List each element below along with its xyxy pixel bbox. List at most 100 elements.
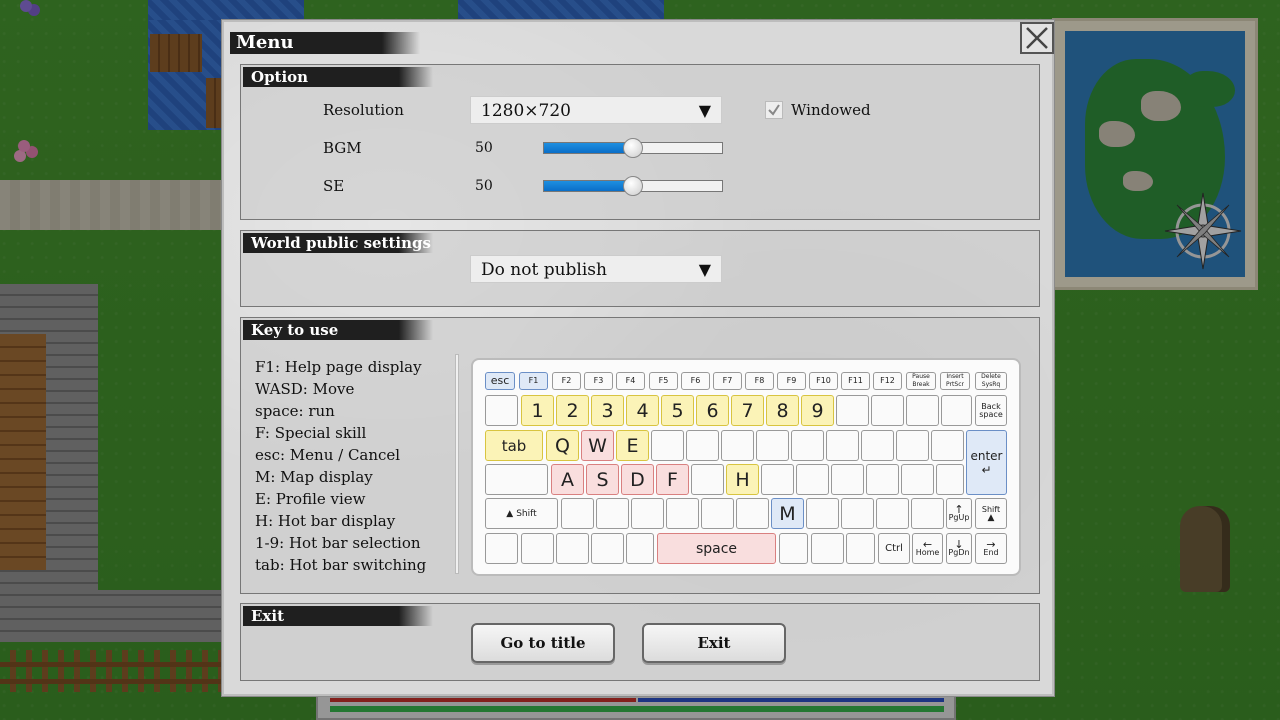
key-help-item: esc: Menu / Cancel (255, 446, 401, 464)
key-f11: F11 (841, 372, 870, 390)
bgm-slider-fill (544, 143, 633, 153)
pgup-label: PgUp (948, 512, 970, 522)
key-7: 7 (731, 395, 764, 426)
key-help-item: 1-9: Hot bar selection (255, 534, 421, 552)
key-alt-right (846, 533, 875, 564)
key-l (831, 464, 864, 495)
bgm-label: BGM (323, 139, 362, 157)
key-delete: Delete SysRq (975, 372, 1007, 390)
se-slider[interactable] (543, 176, 723, 196)
key-f5: F5 (649, 372, 678, 390)
key-help-item: F1: Help page display (255, 358, 422, 376)
key-o (826, 430, 859, 461)
key-shift-left: ▲ Shift (485, 498, 558, 529)
key-3: 3 (591, 395, 624, 426)
world-settings-title: World public settings (243, 233, 433, 253)
key-n (736, 498, 769, 529)
key-c (631, 498, 664, 529)
se-slider-knob[interactable] (623, 176, 643, 196)
checkmark-icon (768, 104, 780, 116)
key-shift-right: Shift ▲ (975, 498, 1007, 529)
close-button[interactable] (1020, 22, 1054, 54)
key-win (556, 533, 589, 564)
key-backquote (485, 395, 518, 426)
key-f7: F7 (713, 372, 742, 390)
key-pause: Pause Break (906, 372, 936, 390)
key-bracket-right (936, 464, 964, 495)
key-ctrl-right: Ctrl (878, 533, 910, 564)
key-yen (941, 395, 972, 426)
key-f10: F10 (809, 372, 838, 390)
key-j (761, 464, 794, 495)
key-k (796, 464, 829, 495)
key-4: 4 (626, 395, 659, 426)
key-tab: tab (485, 430, 543, 461)
key-pgdn: ↓ PgDn (946, 533, 972, 564)
shift-arrow-icon: ▲ (987, 512, 995, 523)
key-enter: enter ↵ (966, 430, 1007, 495)
key-insert: Insert PrtScr (940, 372, 970, 390)
se-slider-fill (544, 181, 633, 191)
world-settings-panel: World public settings Do not publish ▼ (240, 230, 1040, 307)
key-q: Q (546, 430, 579, 461)
key-ctrl-left (485, 533, 518, 564)
menu-window: Menu Option Resolution 1280×720 ▼ Window… (222, 20, 1054, 696)
key-t (686, 430, 719, 461)
publish-value: Do not publish (481, 260, 607, 280)
bgm-value: 50 (475, 140, 493, 156)
key-help-item: E: Profile view (255, 490, 366, 508)
go-to-title-button[interactable]: Go to title (471, 623, 615, 663)
key-6: 6 (696, 395, 729, 426)
key-f3: F3 (584, 372, 613, 390)
exit-button[interactable]: Exit (642, 623, 786, 663)
key-2: 2 (556, 395, 589, 426)
windowed-label: Windowed (791, 101, 871, 119)
se-label: SE (323, 177, 345, 195)
key-period (841, 498, 874, 529)
key-help-item: H: Hot bar display (255, 512, 396, 530)
key-comma (806, 498, 839, 529)
resolution-value: 1280×720 (481, 101, 571, 121)
key-semicolon (866, 464, 899, 495)
key-to-use-panel: Key to use F1: Help page display WASD: M… (240, 317, 1040, 594)
publish-dropdown[interactable]: Do not publish ▼ (470, 255, 722, 283)
key-backspace: Back space (975, 395, 1007, 426)
key-help-item: M: Map display (255, 468, 373, 486)
key-8: 8 (766, 395, 799, 426)
key-m: M (771, 498, 804, 529)
key-home: ← Home (912, 533, 943, 564)
key-e: E (616, 430, 649, 461)
bgm-slider[interactable] (543, 138, 723, 158)
enter-arrow-icon: ↵ (981, 462, 992, 477)
key-h: H (726, 464, 759, 495)
key-f1: F1 (519, 372, 548, 390)
bgm-slider-knob[interactable] (623, 138, 643, 158)
windowed-checkbox[interactable] (765, 101, 783, 119)
key-help-item: tab: Hot bar switching (255, 556, 427, 574)
key-backslash (911, 498, 944, 529)
key-bracket (931, 430, 964, 461)
dropdown-arrow-icon: ▼ (698, 260, 711, 279)
exit-title: Exit (243, 606, 433, 626)
se-value: 50 (475, 178, 493, 194)
key-to-use-title: Key to use (243, 320, 433, 340)
home-label: Home (915, 547, 940, 557)
key-x (596, 498, 629, 529)
key-z (561, 498, 594, 529)
key-d: D (621, 464, 654, 495)
key-kana (811, 533, 844, 564)
key-space: space (657, 533, 776, 564)
key-f6: F6 (681, 372, 710, 390)
key-end: → End (975, 533, 1007, 564)
key-w: W (581, 430, 614, 461)
key-capslock (485, 464, 548, 495)
close-icon (1026, 27, 1048, 49)
key-list-scrollbar[interactable] (455, 354, 459, 574)
key-esc: esc (485, 372, 515, 390)
key-colon (901, 464, 934, 495)
exit-panel: Exit Go to title Exit (240, 603, 1040, 681)
key-9: 9 (801, 395, 834, 426)
resolution-dropdown[interactable]: 1280×720 ▼ (470, 96, 722, 124)
resolution-label: Resolution (323, 101, 404, 119)
key-5: 5 (661, 395, 694, 426)
